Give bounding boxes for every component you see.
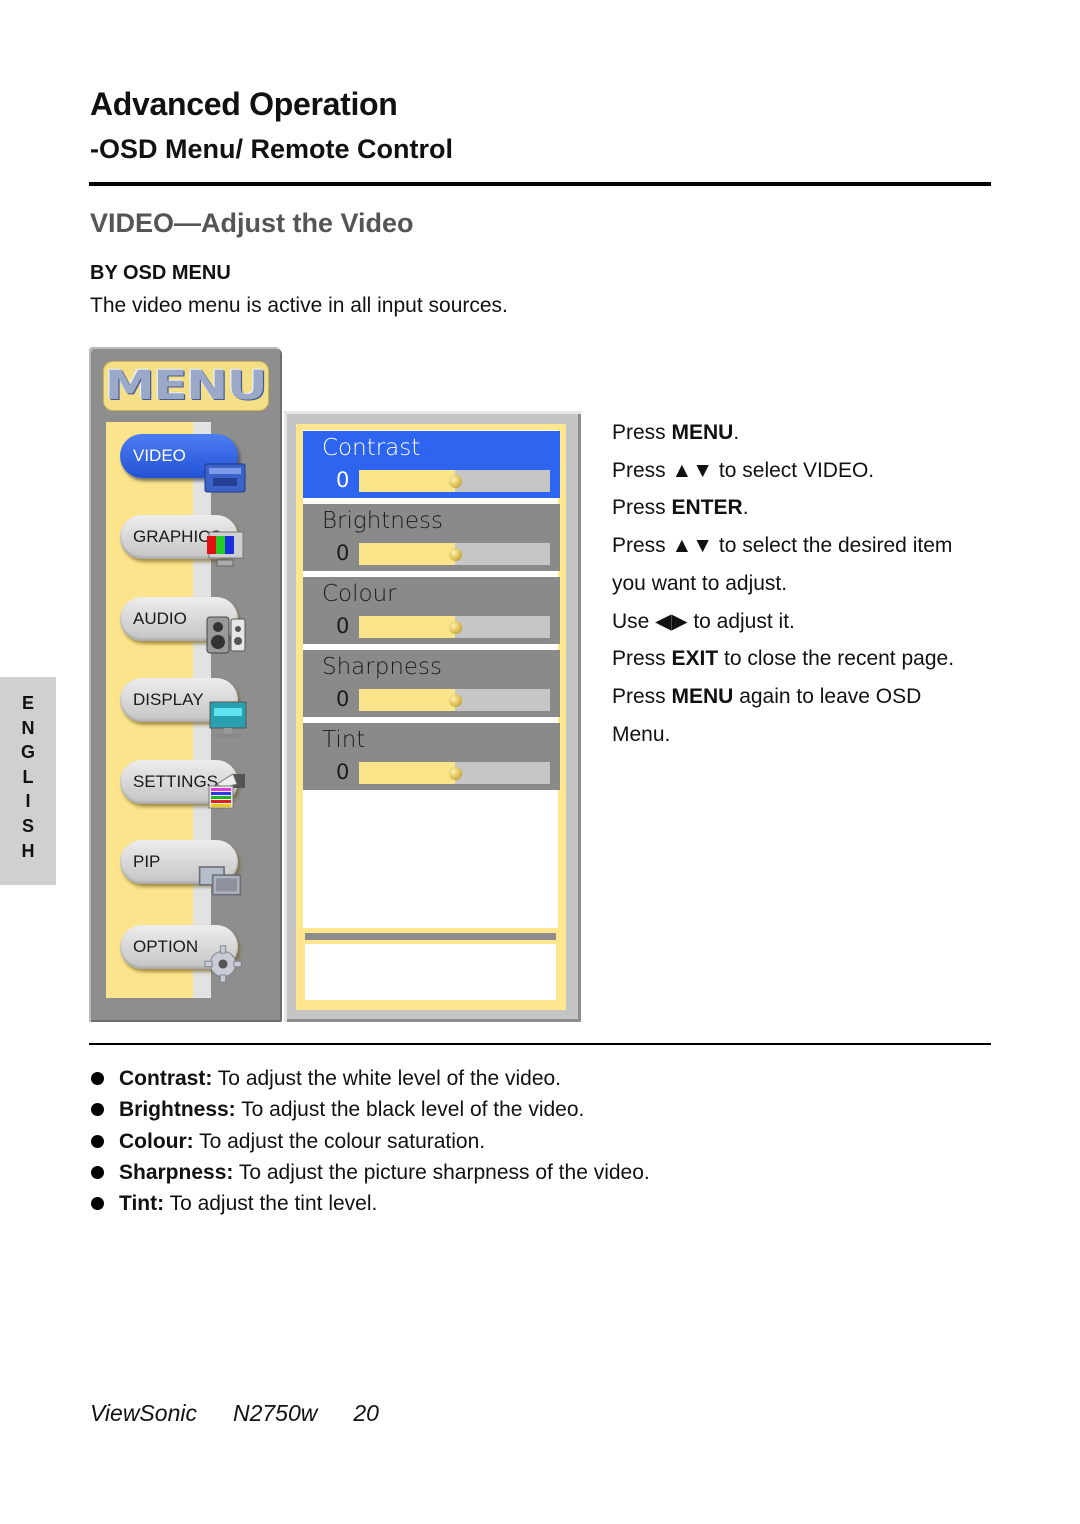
settings-hand-icon <box>208 773 245 809</box>
instructions: Press MENU. Press ▲▼ to select VIDEO. Pr… <box>612 414 954 753</box>
menu-item-label: AUDIO <box>133 609 187 628</box>
menu-item-label: OPTION <box>133 937 199 956</box>
slider-knob[interactable] <box>448 621 462 634</box>
sharpness-slider[interactable] <box>359 689 550 711</box>
instruction-line: you want to adjust. <box>612 571 788 595</box>
instruction-line: Press ▲▼ to select VIDEO. <box>612 458 875 482</box>
instruction-line: Press MENU again to leave OSD <box>612 684 922 708</box>
osd-item-brightness[interactable]: Brightness 0 <box>303 504 560 571</box>
submenu-help-area <box>305 944 556 1000</box>
osd-item-label: Brightness <box>322 508 443 534</box>
speaker-icon <box>206 616 246 654</box>
osd-item-value: 0 <box>336 541 350 565</box>
bullet-icon <box>91 1165 104 1179</box>
slider-fill <box>359 616 455 638</box>
brightness-slider[interactable] <box>359 543 550 565</box>
menu-item-label: VIDEO <box>133 446 186 465</box>
osd-item-contrast[interactable]: Contrast 0 <box>303 431 560 498</box>
section-title: VIDEO—Adjust the Video <box>90 208 414 238</box>
slider-fill <box>359 470 455 492</box>
osd-item-value: 0 <box>336 687 350 711</box>
submenu-separator <box>305 933 556 940</box>
footer-model: N2750w <box>232 1400 318 1426</box>
language-letter: N <box>21 717 35 738</box>
bullet-icon <box>91 1072 104 1085</box>
colour-slider[interactable] <box>359 616 550 638</box>
video-icon <box>204 463 246 493</box>
header-divider <box>89 182 991 186</box>
page-title: Advanced Operation <box>90 86 398 122</box>
slider-fill <box>359 762 455 784</box>
slider-fill <box>359 689 455 711</box>
list-item: Tint: To adjust the tint level. <box>90 1188 650 1219</box>
subsection-heading: BY OSD MENU <box>90 262 231 284</box>
osd-item-value: 0 <box>336 760 350 784</box>
menu-item-label: DISPLAY <box>133 690 204 709</box>
list-item: Colour: To adjust the colour saturation. <box>90 1126 650 1157</box>
slider-knob[interactable] <box>448 548 462 561</box>
language-letter: I <box>25 791 31 812</box>
instruction-line: Use ◀▶ to adjust it. <box>612 609 795 633</box>
intro-text: The video menu is active in all input so… <box>90 294 508 317</box>
instruction-line: Menu. <box>612 722 671 746</box>
slider-fill <box>359 543 455 565</box>
bullet-icon <box>91 1103 104 1117</box>
monitor-rgb-icon <box>207 531 244 567</box>
gear-icon <box>204 945 242 983</box>
osd-item-label: Tint <box>322 727 366 753</box>
list-item: Contrast: To adjust the white level of t… <box>90 1063 650 1094</box>
osd-menu-logo: MENU <box>104 362 268 410</box>
description-list: Contrast: To adjust the white level of t… <box>90 1063 650 1219</box>
language-letter: L <box>22 766 34 787</box>
bullet-icon <box>91 1134 104 1148</box>
language-letter: G <box>20 742 35 763</box>
osd-item-value: 0 <box>336 468 350 492</box>
osd-item-label: Colour <box>322 581 397 607</box>
language-letter: H <box>21 840 35 861</box>
list-item: Brightness: To adjust the black level of… <box>90 1094 650 1125</box>
bullet-icon <box>91 1197 104 1211</box>
osd-item-sharpness[interactable]: Sharpness 0 <box>303 650 560 717</box>
instruction-line: Press ENTER. <box>612 496 749 520</box>
footer-brand: ViewSonic <box>90 1400 197 1426</box>
pip-icon <box>198 866 242 896</box>
slider-knob[interactable] <box>448 694 462 707</box>
contrast-slider[interactable] <box>359 470 550 492</box>
osd-item-value: 0 <box>336 614 350 638</box>
language-letter: S <box>21 815 34 836</box>
language-letter: E <box>21 693 34 713</box>
page-subtitle: -OSD Menu/ Remote Control <box>90 134 453 164</box>
tint-slider[interactable] <box>359 762 550 784</box>
language-tab: E N G L I S H <box>0 677 56 885</box>
osd-item-label: Sharpness <box>322 654 443 680</box>
osd-item-tint[interactable]: Tint 0 <box>303 723 560 790</box>
page-number: 20 <box>353 1400 379 1426</box>
osd-menu-title: MENU <box>105 363 268 409</box>
slider-knob[interactable] <box>448 475 462 488</box>
instruction-line: Press ▲▼ to select the desired item <box>612 534 953 558</box>
list-item: Sharpness: To adjust the picture sharpne… <box>90 1157 650 1188</box>
osd-item-colour[interactable]: Colour 0 <box>303 577 560 644</box>
display-icon <box>209 701 247 737</box>
page-footer: ViewSonic N2750w 20 <box>90 1400 415 1427</box>
menu-item-label: PIP <box>133 852 161 871</box>
osd-item-label: Contrast <box>322 435 421 461</box>
instruction-line: Press MENU. <box>612 421 740 444</box>
slider-knob[interactable] <box>448 767 462 780</box>
instruction-line: Press EXIT to close the recent page. <box>612 647 955 671</box>
section-divider <box>89 1043 991 1045</box>
